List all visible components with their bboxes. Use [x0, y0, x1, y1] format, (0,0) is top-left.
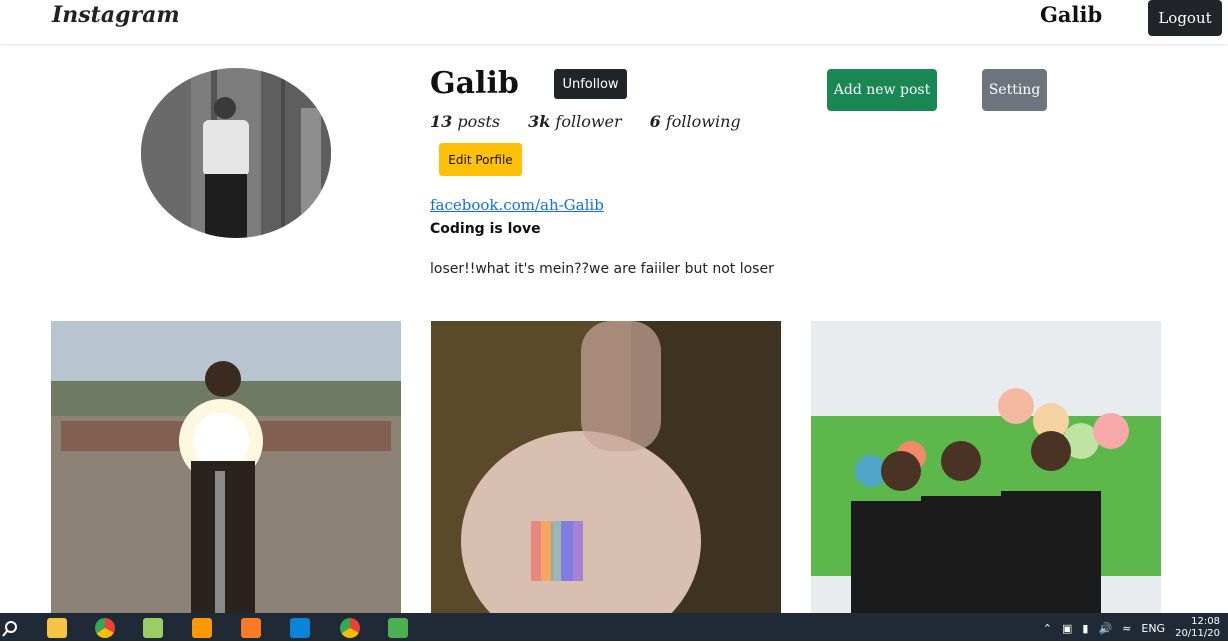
meet-now-icon[interactable]: ▣ [1062, 622, 1072, 635]
vscode-icon[interactable] [290, 618, 310, 638]
profile-tagline: Coding is love [430, 221, 541, 237]
profile-link[interactable]: facebook.com/ah-Galib [430, 196, 604, 214]
follower-stat[interactable]: 3k follower [528, 112, 622, 131]
file-explorer-icon[interactable] [47, 618, 67, 638]
xampp-icon[interactable] [241, 618, 261, 638]
logout-button[interactable]: Logout [1148, 0, 1222, 36]
battery-icon[interactable]: ▮ [1082, 622, 1088, 635]
post-image[interactable] [51, 321, 401, 613]
edit-profile-button[interactable]: Edit Porfile [439, 143, 522, 176]
chevron-up-icon[interactable]: ⌃ [1043, 622, 1052, 635]
following-stat[interactable]: 6 following [650, 112, 741, 131]
git-icon[interactable] [388, 618, 408, 638]
wifi-icon[interactable]: ≈ [1122, 622, 1131, 635]
posts-stat[interactable]: 13 posts [430, 112, 500, 131]
profile-bio: loser!!what it's mein??we are faiiler bu… [430, 261, 774, 277]
sublime-text-icon[interactable] [192, 618, 212, 638]
post-image[interactable] [811, 321, 1161, 613]
add-new-post-button[interactable]: Add new post [827, 69, 937, 111]
clock-date: 20/11/20 [1175, 628, 1220, 639]
navbar: Instagram Galib Logout [0, 0, 1228, 44]
system-tray: ⌃ ▣ ▮ 🔊 ≈ ENG 12:08 20/11/20 [1043, 616, 1220, 640]
setting-button[interactable]: Setting [982, 69, 1047, 111]
nav-username[interactable]: Galib [1040, 2, 1102, 27]
profile-stats: 13 posts 3k follower 6 following [430, 112, 741, 131]
chrome-icon[interactable] [340, 618, 360, 638]
language-indicator[interactable]: ENG [1141, 622, 1165, 635]
brand-logo[interactable]: Instagram [52, 2, 180, 28]
profile-avatar [141, 68, 331, 238]
clock[interactable]: 12:08 20/11/20 [1175, 616, 1220, 640]
os-taskbar: ⌃ ▣ ▮ 🔊 ≈ ENG 12:08 20/11/20 [0, 613, 1228, 641]
chrome-icon[interactable] [95, 618, 115, 638]
clock-time: 12:08 [1191, 616, 1220, 627]
notepad-icon[interactable] [143, 618, 163, 638]
search-icon[interactable] [2, 618, 22, 638]
post-image[interactable] [431, 321, 781, 613]
profile-name: Galib [430, 66, 519, 101]
volume-icon[interactable]: 🔊 [1098, 622, 1112, 635]
unfollow-button[interactable]: Unfollow [554, 69, 627, 99]
